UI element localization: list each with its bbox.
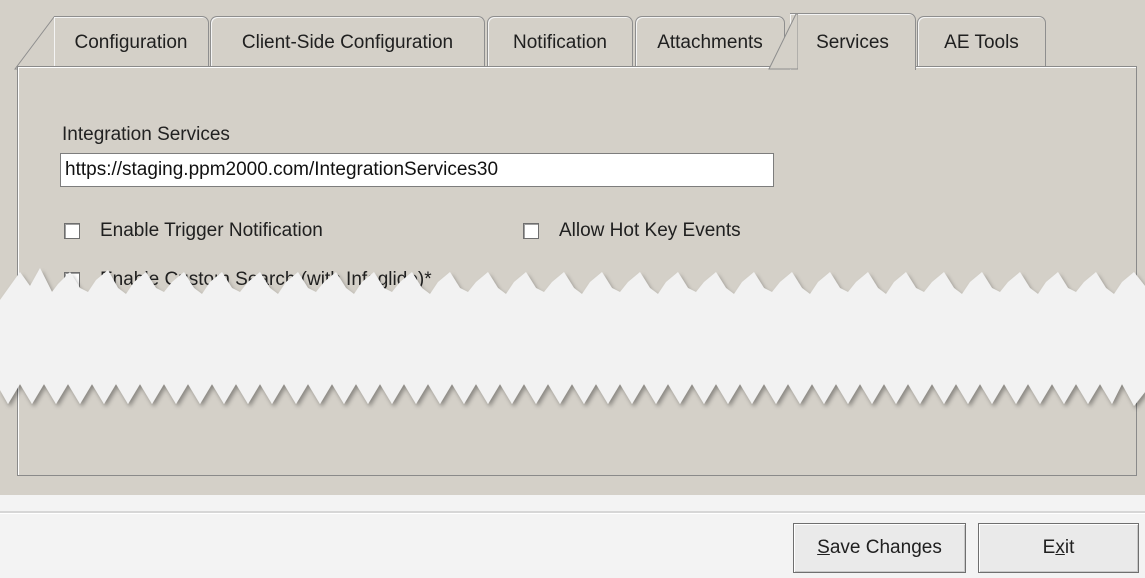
tab-ae-tools[interactable]: AE Tools	[917, 16, 1046, 66]
tab-configuration[interactable]: Configuration	[54, 16, 209, 66]
integration-services-input[interactable]	[60, 153, 774, 187]
enable-trigger-notification-checkbox[interactable]	[64, 223, 80, 239]
tab-configuration-label: Configuration	[74, 32, 188, 53]
exit-mnemonic: x	[1055, 537, 1065, 558]
tab-strip: Configuration Client-Side Configuration …	[0, 0, 1145, 70]
enable-trigger-notification-option[interactable]: Enable Trigger Notification	[64, 219, 323, 243]
integration-services-label: Integration Services	[62, 124, 230, 145]
tab-client-side-configuration[interactable]: Client-Side Configuration	[210, 16, 485, 66]
exit-button[interactable]: Exit	[978, 523, 1139, 573]
enable-custom-search-checkbox[interactable]	[64, 272, 80, 288]
exit-label-end: it	[1064, 537, 1075, 558]
tab-attachments[interactable]: Attachments	[635, 16, 785, 66]
save-changes-mnemonic: S	[817, 537, 830, 558]
allow-hot-key-events-checkbox[interactable]	[523, 223, 539, 239]
enable-trigger-notification-label: Enable Trigger Notification	[100, 220, 323, 241]
save-changes-button[interactable]: Save Changes	[793, 523, 966, 573]
tab-notification[interactable]: Notification	[487, 16, 633, 66]
tab-attachments-label: Attachments	[657, 32, 763, 53]
tab-services[interactable]: Services	[790, 13, 916, 70]
enable-custom-search-label: Enable Custom Search (with Infoglide)*	[100, 269, 432, 290]
allow-hot-key-events-label: Allow Hot Key Events	[559, 220, 741, 241]
tab-notification-label: Notification	[513, 32, 607, 53]
bottom-separator	[0, 511, 1145, 514]
bottom-button-bar: Save Changes Exit	[0, 495, 1145, 578]
allow-hot-key-events-option[interactable]: Allow Hot Key Events	[523, 219, 741, 243]
tab-services-label: Services	[816, 32, 889, 53]
save-changes-label: ave Changes	[829, 537, 942, 558]
tab-client-side-configuration-label: Client-Side Configuration	[241, 32, 454, 53]
dialog-window: Configuration Client-Side Configuration …	[0, 0, 1145, 578]
enable-custom-search-option[interactable]: Enable Custom Search (with Infoglide)*	[64, 268, 432, 292]
tab-ae-tools-label: AE Tools	[944, 32, 1019, 53]
exit-label-start: E	[1042, 537, 1056, 558]
